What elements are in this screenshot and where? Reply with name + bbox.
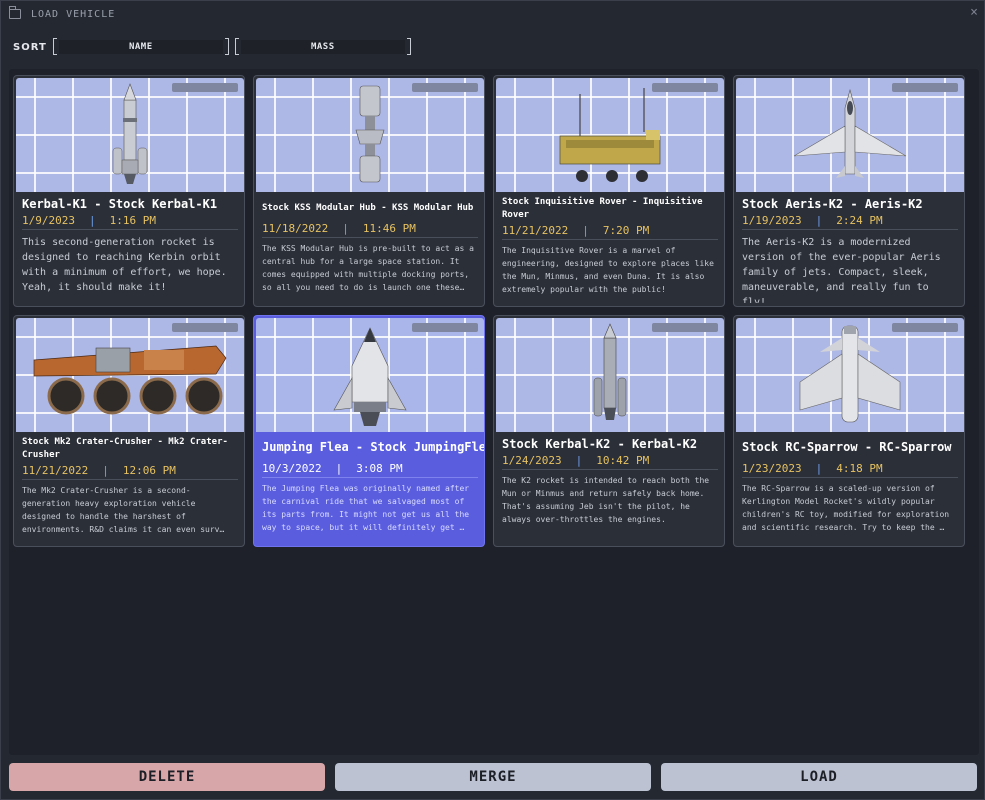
meta-separator: | (815, 462, 823, 475)
vehicle-card-aeris-k2[interactable]: Stock Aeris-K2 - Aeris-K2 1/19/2023 | 2:… (733, 75, 965, 307)
vehicle-meta: 1/23/2023 | 4:18 PM (742, 462, 958, 478)
vehicle-time: 2:24 PM (836, 214, 883, 227)
meta-separator: | (342, 222, 349, 235)
vehicle-card-inquisitive-rover[interactable]: Stock Inquisitive Rover - Inquisitive Ro… (493, 75, 725, 307)
vehicle-meta: 1/9/2023 | 1:16 PM (22, 214, 238, 230)
vehicle-time: 1:16 PM (109, 214, 156, 227)
vehicle-card-rc-sparrow[interactable]: Stock RC-Sparrow - RC-Sparrow 1/23/2023 … (733, 315, 965, 547)
vehicle-name: Jumping Flea - Stock JumpingFlea (262, 440, 485, 454)
sort-by-mass-button[interactable]: MASS (234, 37, 411, 57)
vehicle-date: 11/21/2022 (502, 224, 569, 237)
vehicle-thumbnail (16, 78, 244, 192)
vehicle-time: 12:06 PM (122, 464, 176, 477)
capsule-icon (333, 327, 407, 426)
rocket-icon (593, 323, 627, 420)
vehicle-card-jumping-flea[interactable]: Jumping Flea - Stock JumpingFlea 10/3/20… (253, 315, 485, 547)
heavy-rover-icon (33, 345, 227, 415)
vehicle-card-mk2-crater-crusher[interactable]: Stock Mk2 Crater-Crusher - Mk2 Crater-Cr… (13, 315, 245, 547)
title-bar[interactable]: LOAD VEHICLE × (1, 1, 985, 27)
vehicle-card-kerbal-k1[interactable]: Kerbal-K1 - Stock Kerbal-K1 1/9/2023 | 1… (13, 75, 245, 307)
vehicle-meta: 11/21/2022 | 12:06 PM (22, 464, 238, 480)
vehicle-description: The Mk2 Crater-Crusher is a second-gener… (22, 486, 225, 534)
vehicle-time: 3:08 PM (356, 462, 403, 475)
vehicle-description: This second-generation rocket is designe… (22, 237, 227, 293)
sort-by-mass-label: MASS (310, 42, 335, 52)
load-button[interactable]: LOAD (661, 763, 977, 791)
vehicle-thumbnail (496, 318, 724, 432)
vehicle-thumbnail (256, 318, 484, 432)
vehicle-description: The Aeris-K2 is a modernized version of … (742, 237, 941, 303)
sort-bar: SORT NAME MASS (13, 37, 417, 57)
vehicle-card-kss-modular-hub[interactable]: Stock KSS Modular Hub - KSS Modular Hub … (253, 75, 485, 307)
vehicle-date: 1/9/2023 (22, 214, 75, 227)
meta-separator: | (582, 224, 589, 237)
vehicle-date: 1/19/2023 (742, 214, 802, 227)
vehicle-time: 10:42 PM (596, 454, 650, 467)
meta-separator: | (575, 454, 583, 467)
sort-by-name-label: NAME (128, 42, 153, 52)
meta-separator: | (88, 214, 96, 227)
vehicle-card-kerbal-k2[interactable]: Stock Kerbal-K2 - Kerbal-K2 1/24/2023 | … (493, 315, 725, 547)
vehicle-name: Stock RC-Sparrow - RC-Sparrow (742, 440, 952, 454)
close-icon[interactable]: × (970, 6, 978, 20)
vehicle-name: Stock KSS Modular Hub - KSS Modular Hub (262, 203, 474, 213)
vehicle-meta: 1/19/2023 | 2:24 PM (742, 214, 958, 230)
vehicle-description: The K2 rocket is intended to reach both … (502, 476, 710, 524)
delete-button[interactable]: DELETE (9, 763, 325, 791)
vehicle-name: Kerbal-K1 - Stock Kerbal-K1 (22, 197, 218, 211)
vehicle-thumbnail (736, 318, 964, 432)
vehicle-meta: 11/18/2022 | 11:46 PM (262, 222, 478, 238)
plane-icon (799, 325, 901, 423)
rover-icon (559, 88, 661, 182)
window-title: LOAD VEHICLE (31, 8, 116, 20)
rocket-icon (112, 83, 148, 184)
meta-separator: | (815, 214, 823, 227)
meta-separator: | (335, 462, 343, 475)
vehicle-time: 11:46 PM (362, 222, 416, 235)
vehicle-name: Stock Aeris-K2 - Aeris-K2 (742, 197, 923, 211)
vehicle-description: The Jumping Flea was originally named af… (262, 484, 470, 532)
vehicle-name: Stock Kerbal-K2 - Kerbal-K2 (502, 437, 698, 451)
vehicle-thumbnail (496, 78, 724, 192)
meta-separator: | (102, 464, 109, 477)
footer-actions: DELETE MERGE LOAD (9, 763, 979, 793)
sort-by-name-button[interactable]: NAME (52, 37, 229, 57)
vehicle-date: 11/21/2022 (22, 464, 89, 477)
vehicle-time: 4:18 PM (836, 462, 883, 475)
folder-icon (9, 6, 21, 19)
load-vehicle-dialog: LOAD VEHICLE × SORT NAME MASS Kerbal-K1 … (0, 0, 985, 800)
vehicle-meta: 11/21/2022 | 7:20 PM (502, 224, 718, 240)
vehicle-meta: 1/24/2023 | 10:42 PM (502, 454, 718, 470)
vehicle-name: Stock Inquisitive Rover - Inquisitive Ro… (502, 197, 703, 220)
vehicle-thumbnail (256, 78, 484, 192)
vehicle-date: 10/3/2022 (262, 462, 322, 475)
vehicle-description: The KSS Modular Hub is pre-built to act … (262, 244, 474, 292)
vehicle-date: 1/23/2023 (742, 462, 802, 475)
vehicle-grid: Kerbal-K1 - Stock Kerbal-K1 1/9/2023 | 1… (9, 69, 979, 755)
vehicle-time: 7:20 PM (602, 224, 650, 237)
vehicle-date: 1/24/2023 (502, 454, 562, 467)
vehicle-name: Stock Mk2 Crater-Crusher - Mk2 Crater-Cr… (22, 437, 228, 460)
vehicle-thumbnail (16, 318, 244, 432)
vehicle-description: The Inquisitive Rover is a marvel of eng… (502, 246, 714, 294)
vehicle-description: The RC-Sparrow is a scaled-up version of… (742, 484, 950, 532)
vehicle-date: 11/18/2022 (262, 222, 329, 235)
sort-label: SORT (13, 41, 47, 53)
vehicle-thumbnail (736, 78, 964, 192)
vehicle-meta: 10/3/2022 | 3:08 PM (262, 462, 478, 478)
jet-icon (793, 88, 907, 178)
merge-button[interactable]: MERGE (335, 763, 651, 791)
station-hub-icon (355, 85, 385, 183)
